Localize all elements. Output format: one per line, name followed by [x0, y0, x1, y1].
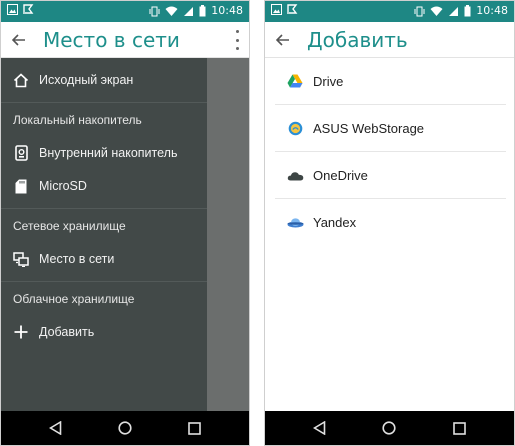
drawer-item-label: Место в сети: [39, 252, 115, 266]
wifi-icon: [165, 6, 178, 16]
page-title: Добавить: [307, 27, 408, 52]
image-notification-icon: [271, 4, 282, 15]
service-label: Drive: [313, 73, 344, 89]
drawer-item-home[interactable]: Исходный экран: [1, 65, 207, 95]
nav-recents-button[interactable]: [184, 418, 204, 438]
network-screens-icon: [12, 251, 29, 267]
nav-back-button[interactable]: [310, 418, 330, 438]
navigation-drawer: Исходный экран Локальный накопитель Внут…: [1, 58, 207, 411]
cloud-service-list: Drive ASUS WebStorage OneDrive Yandex: [265, 58, 514, 411]
vibrate-icon: [149, 6, 160, 16]
service-label: Yandex: [313, 214, 357, 230]
square-recents-icon: [452, 421, 466, 435]
onedrive-cloud-icon: [287, 171, 303, 180]
drawer-item-add[interactable]: Добавить: [1, 317, 207, 347]
app-bar: Место в сети: [1, 22, 249, 58]
clock: 10:48: [211, 4, 243, 17]
signal-icon: [184, 6, 194, 16]
drawer-item-label: Добавить: [39, 325, 95, 339]
sd-card-icon: [15, 179, 27, 193]
drawer-item-label: Внутренний накопитель: [39, 146, 178, 160]
nav-back-button[interactable]: [46, 418, 66, 438]
wifi-icon: [430, 6, 443, 16]
nav-recents-button[interactable]: [449, 418, 469, 438]
page-title: Место в сети: [43, 27, 180, 52]
status-bar: 10:48: [265, 1, 514, 22]
service-row-asus-webstorage[interactable]: ASUS WebStorage: [265, 105, 514, 151]
triangle-back-icon: [313, 421, 326, 435]
square-recents-icon: [188, 421, 201, 435]
triangle-back-icon: [49, 421, 62, 435]
left-screen: 10:48 Место в сети Исходный экран Локаль…: [0, 0, 250, 446]
drawer-item-label: MicroSD: [39, 179, 87, 193]
nav-home-button[interactable]: [379, 418, 399, 438]
internal-storage-icon: [14, 145, 28, 161]
drawer-item-network-place[interactable]: Место в сети: [1, 244, 207, 274]
service-label: OneDrive: [313, 167, 368, 183]
status-bar: 10:48: [1, 1, 249, 22]
asus-webstorage-icon: [288, 121, 302, 135]
clock: 10:48: [476, 4, 508, 17]
flag-notification-icon: [23, 4, 34, 14]
drawer-item-internal-storage[interactable]: Внутренний накопитель: [1, 138, 207, 168]
right-screen: 10:48 Добавить Drive ASUS WebStorage One…: [264, 0, 515, 446]
navigation-bar: [265, 411, 514, 445]
plus-icon: [14, 325, 28, 339]
arrow-left-icon: [276, 33, 289, 46]
battery-icon: [199, 5, 206, 17]
service-row-yandex[interactable]: Yandex: [265, 199, 514, 245]
home-icon: [13, 72, 29, 87]
google-drive-icon: [287, 74, 303, 88]
circle-home-icon: [382, 421, 397, 435]
back-button[interactable]: [265, 22, 301, 58]
service-label: ASUS WebStorage: [313, 120, 425, 136]
yandex-disk-icon: [287, 217, 303, 227]
battery-icon: [464, 5, 471, 17]
section-local-storage: Локальный накопитель: [13, 113, 142, 127]
divider: [1, 281, 207, 282]
section-network-storage: Сетевое хранилище: [13, 219, 126, 233]
service-row-onedrive[interactable]: OneDrive: [265, 152, 514, 198]
signal-icon: [449, 6, 459, 16]
nav-home-button[interactable]: [115, 418, 135, 438]
flag-notification-icon: [287, 4, 298, 14]
drawer-item-microsd[interactable]: MicroSD: [1, 171, 207, 201]
app-bar: Добавить: [265, 22, 514, 58]
vibrate-icon: [414, 6, 425, 16]
overflow-menu-icon[interactable]: [233, 30, 241, 50]
circle-home-icon: [118, 421, 132, 435]
service-row-drive[interactable]: Drive: [265, 58, 514, 104]
divider: [1, 208, 207, 209]
image-notification-icon: [7, 4, 18, 15]
navigation-bar: [1, 411, 249, 445]
section-cloud-storage: Облачное хранилище: [13, 292, 135, 306]
back-button[interactable]: [1, 22, 37, 58]
drawer-item-label: Исходный экран: [39, 73, 134, 87]
divider: [1, 102, 207, 103]
arrow-left-icon: [12, 33, 25, 46]
